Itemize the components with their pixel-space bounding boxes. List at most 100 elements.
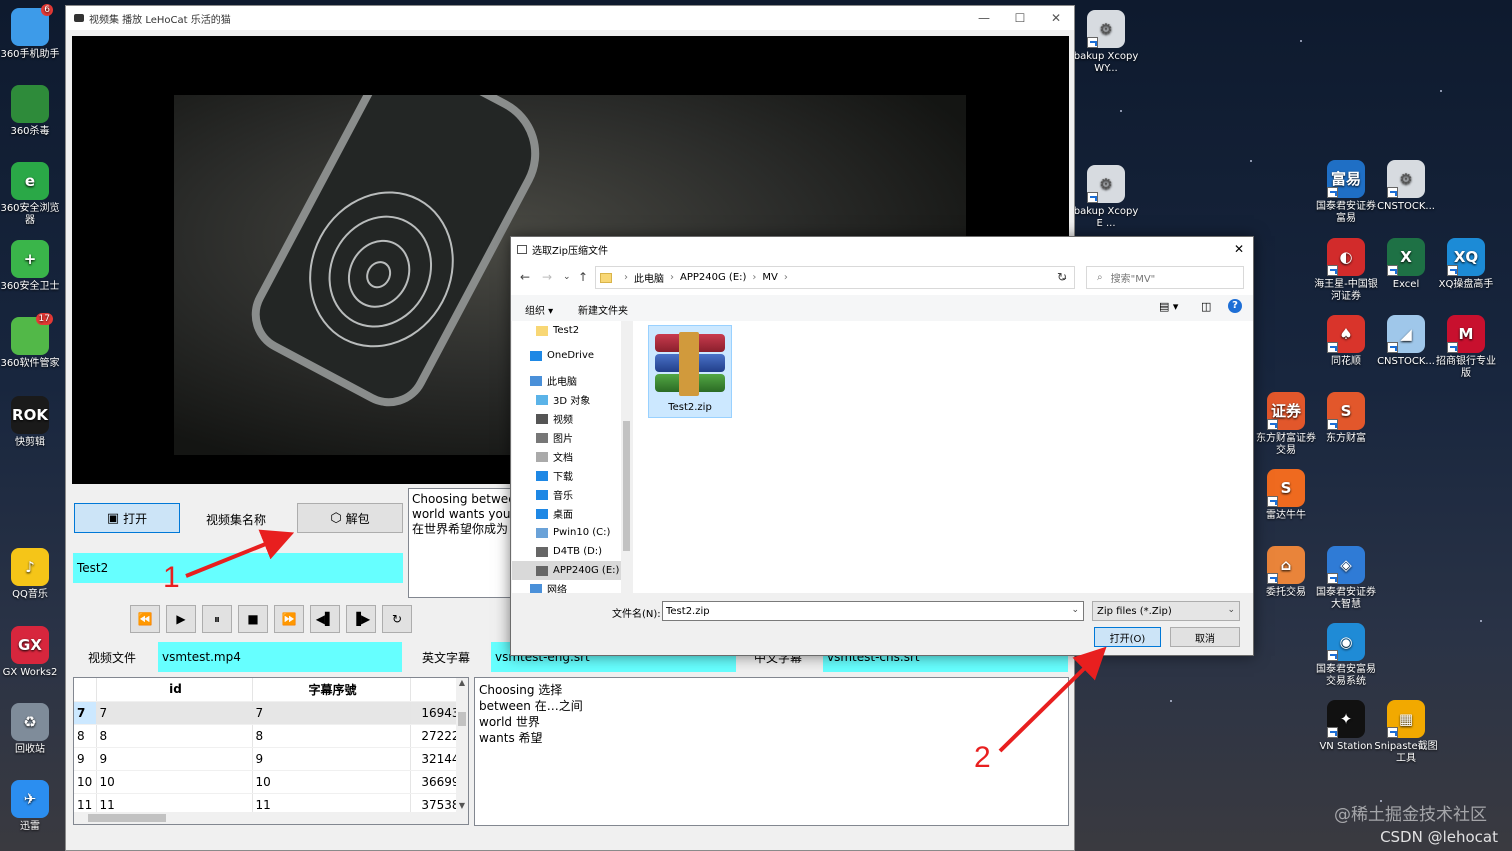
previous-subtitle-button[interactable]: ◀▌ (310, 605, 340, 633)
table-cell[interactable]: 10 (252, 770, 411, 794)
desktop-icon-right-4[interactable]: ◐ 海王星-中国银河证券 (1313, 238, 1379, 303)
open-button[interactable]: ▣ 打开 (74, 503, 180, 533)
desktop-icon-3[interactable]: +360安全卫士 (0, 240, 63, 293)
search-box[interactable]: ⌕ 搜索"MV" (1086, 266, 1244, 289)
table-row[interactable]: 9 9 9 32144 (74, 747, 461, 771)
desktop-icon-right-7[interactable]: ♠ 同花顺 (1313, 315, 1379, 368)
table-row[interactable]: 8 8 8 27222 (74, 724, 461, 748)
desktop-icon-right-11[interactable]: S 东方财富 (1313, 392, 1379, 445)
desktop-icon-6[interactable]: ♪ QQ音乐 (0, 548, 63, 601)
nav-item[interactable]: D4TB (D:) (512, 542, 622, 561)
nav-item[interactable]: 此电脑 (512, 371, 622, 390)
next-subtitle-button[interactable]: ▐▶ (346, 605, 376, 633)
organize-menu[interactable]: 组织 ▾ (525, 302, 553, 317)
desktop-icon-right-16[interactable]: ✦ VN Station (1313, 700, 1379, 753)
row-header[interactable]: 7 (74, 701, 97, 725)
desktop-icon-right-2[interactable]: 富易 国泰君安证券富易 (1313, 160, 1379, 225)
refresh-icon[interactable]: ↻ (1057, 270, 1067, 284)
table-cell[interactable]: 16943 (410, 701, 461, 725)
row-header[interactable]: 10 (74, 770, 97, 794)
nav-item[interactable]: 3D 对象 (512, 390, 622, 409)
filetype-select[interactable]: Zip files (*.Zip) ⌄ (1092, 601, 1240, 621)
collection-name-field[interactable]: Test2 (73, 553, 403, 583)
column-header-id[interactable]: id (96, 678, 253, 702)
desktop-icon-right-17[interactable]: ▦ Snipaste截图工具 (1373, 700, 1439, 765)
back-arrow-icon[interactable]: ← (520, 270, 530, 284)
up-arrow-icon[interactable]: ↑ (578, 270, 588, 284)
filetype-dropdown-icon[interactable]: ⌄ (1227, 605, 1235, 615)
desktop-icon-4[interactable]: 17 360软件管家 (0, 313, 63, 370)
rewind-button[interactable]: ⏪ (130, 605, 160, 633)
play-button[interactable]: ▶ (166, 605, 196, 633)
table-cell[interactable]: 7 (252, 701, 411, 725)
close-icon[interactable]: ✕ (1038, 6, 1074, 30)
nav-item[interactable]: OneDrive (512, 346, 622, 365)
row-header[interactable]: 9 (74, 747, 97, 771)
desktop-icon-right-13[interactable]: ⌂ 委托交易 (1253, 546, 1319, 599)
scroll-down-icon[interactable]: ▼ (456, 801, 468, 810)
breadcrumb-mv[interactable]: MV (762, 272, 777, 283)
view-options-icon[interactable]: ▤ ▾ (1159, 300, 1178, 313)
subtitle-preview[interactable]: Choosing betwee world wants you 在世界希望你成为 (408, 488, 518, 598)
desktop-icon-right-15[interactable]: ◉ 国泰君安富易交易系统 (1313, 623, 1379, 688)
desktop-icon-right-14[interactable]: ◈ 国泰君安证券大智慧 (1313, 546, 1379, 611)
column-header-seq[interactable]: 字幕序號 (252, 678, 411, 702)
nav-item[interactable]: 网络 (512, 579, 622, 593)
dialog-close-icon[interactable]: ✕ (1225, 237, 1253, 261)
scroll-up-icon[interactable]: ▲ (456, 678, 468, 687)
dialog-open-button[interactable]: 打开(O) (1094, 627, 1161, 647)
table-cell[interactable]: 10 (96, 770, 253, 794)
desktop-icon-right-8[interactable]: ◢ CNSTOCK... (1373, 315, 1439, 368)
unpack-button[interactable]: ⬡ 解包 (297, 503, 403, 533)
grid-horizontal-scrollbar[interactable] (74, 812, 468, 824)
desktop-icon-1[interactable]: 360杀毒 (0, 85, 63, 138)
filename-input[interactable]: Test2.zip ⌄ (662, 601, 1084, 621)
pause-button[interactable]: ⏸ (202, 605, 232, 633)
table-cell[interactable]: 8 (252, 724, 411, 748)
desktop-icon-right-5[interactable]: X Excel (1373, 238, 1439, 291)
forward-arrow-icon[interactable]: → (542, 270, 552, 284)
desktop-icon-0[interactable]: 6 360手机助手 (0, 4, 63, 61)
breadcrumb-this-pc[interactable]: 此电脑 (634, 270, 664, 285)
desktop-icon-right-3[interactable]: ⚙ CNSTOCK... (1373, 160, 1439, 213)
maximize-icon[interactable]: ☐ (1002, 6, 1038, 30)
reload-button[interactable]: ↻ (382, 605, 412, 633)
table-cell[interactable]: 7 (96, 701, 253, 725)
new-folder-button[interactable]: 新建文件夹 (578, 302, 628, 317)
desktop-icon-5[interactable]: ROK 快剪辑 (0, 396, 63, 449)
dialog-cancel-button[interactable]: 取消 (1170, 627, 1240, 647)
row-header[interactable]: 8 (74, 724, 97, 748)
grid-vertical-scrollbar[interactable]: ▲ ▼ (456, 678, 468, 824)
preview-pane-icon[interactable]: ◫ (1201, 300, 1211, 313)
table-cell[interactable]: 27222 (410, 724, 461, 748)
file-item-test2-zip[interactable]: Test2.zip (648, 325, 732, 418)
desktop-icon-2[interactable]: e 360安全浏览器 (0, 162, 63, 227)
nav-item[interactable]: Pwin10 (C:) (512, 523, 622, 542)
table-cell[interactable]: 32144 (410, 747, 461, 771)
recent-dropdown-icon[interactable]: ⌄ (563, 272, 571, 282)
nav-item[interactable]: 图片 (512, 428, 622, 447)
minimize-icon[interactable]: — (966, 6, 1002, 30)
help-icon[interactable]: ? (1228, 299, 1242, 313)
table-row[interactable]: 7 7 7 16943 (74, 701, 461, 725)
desktop-icon-7[interactable]: GX GX Works2 (0, 626, 63, 679)
desktop-icon-9[interactable]: ✈ 迅雷 (0, 780, 63, 833)
desktop-icon-right-10[interactable]: 证券 东方财富证券交易 (1253, 392, 1319, 457)
subtitle-grid[interactable]: id 字幕序號 7 7 7 16943 8 8 8 27222 9 9 9 32144 10 10 10 36… (73, 677, 469, 825)
navigation-pane[interactable]: Test2 OneDrive 此电脑 3D 对象 视频 图片 文档 下载 音乐 桌面 Pwin10 … (512, 321, 632, 593)
file-list[interactable]: Test2.zip (633, 321, 1253, 593)
table-row[interactable]: 10 10 10 36699 (74, 770, 461, 794)
nav-item[interactable]: APP240G (E:) (512, 561, 622, 580)
desktop-icon-right-0[interactable]: ⚙ bakup Xcopy WY... (1073, 10, 1139, 75)
nav-item[interactable]: 桌面 (512, 504, 622, 523)
desktop-icon-right-9[interactable]: M 招商银行专业版 (1433, 315, 1499, 380)
navigation-scrollbar[interactable] (621, 321, 632, 593)
nav-item[interactable]: 视频 (512, 409, 622, 428)
desktop-icon-right-6[interactable]: XQ XQ操盘高手 (1433, 238, 1499, 291)
breadcrumb-drive[interactable]: APP240G (E:) (680, 272, 746, 283)
video-file-field[interactable]: vsmtest.mp4 (158, 642, 402, 672)
table-cell[interactable]: 36699 (410, 770, 461, 794)
column-header-extra[interactable] (410, 678, 461, 702)
table-cell[interactable]: 9 (252, 747, 411, 771)
filename-dropdown-icon[interactable]: ⌄ (1071, 605, 1079, 615)
